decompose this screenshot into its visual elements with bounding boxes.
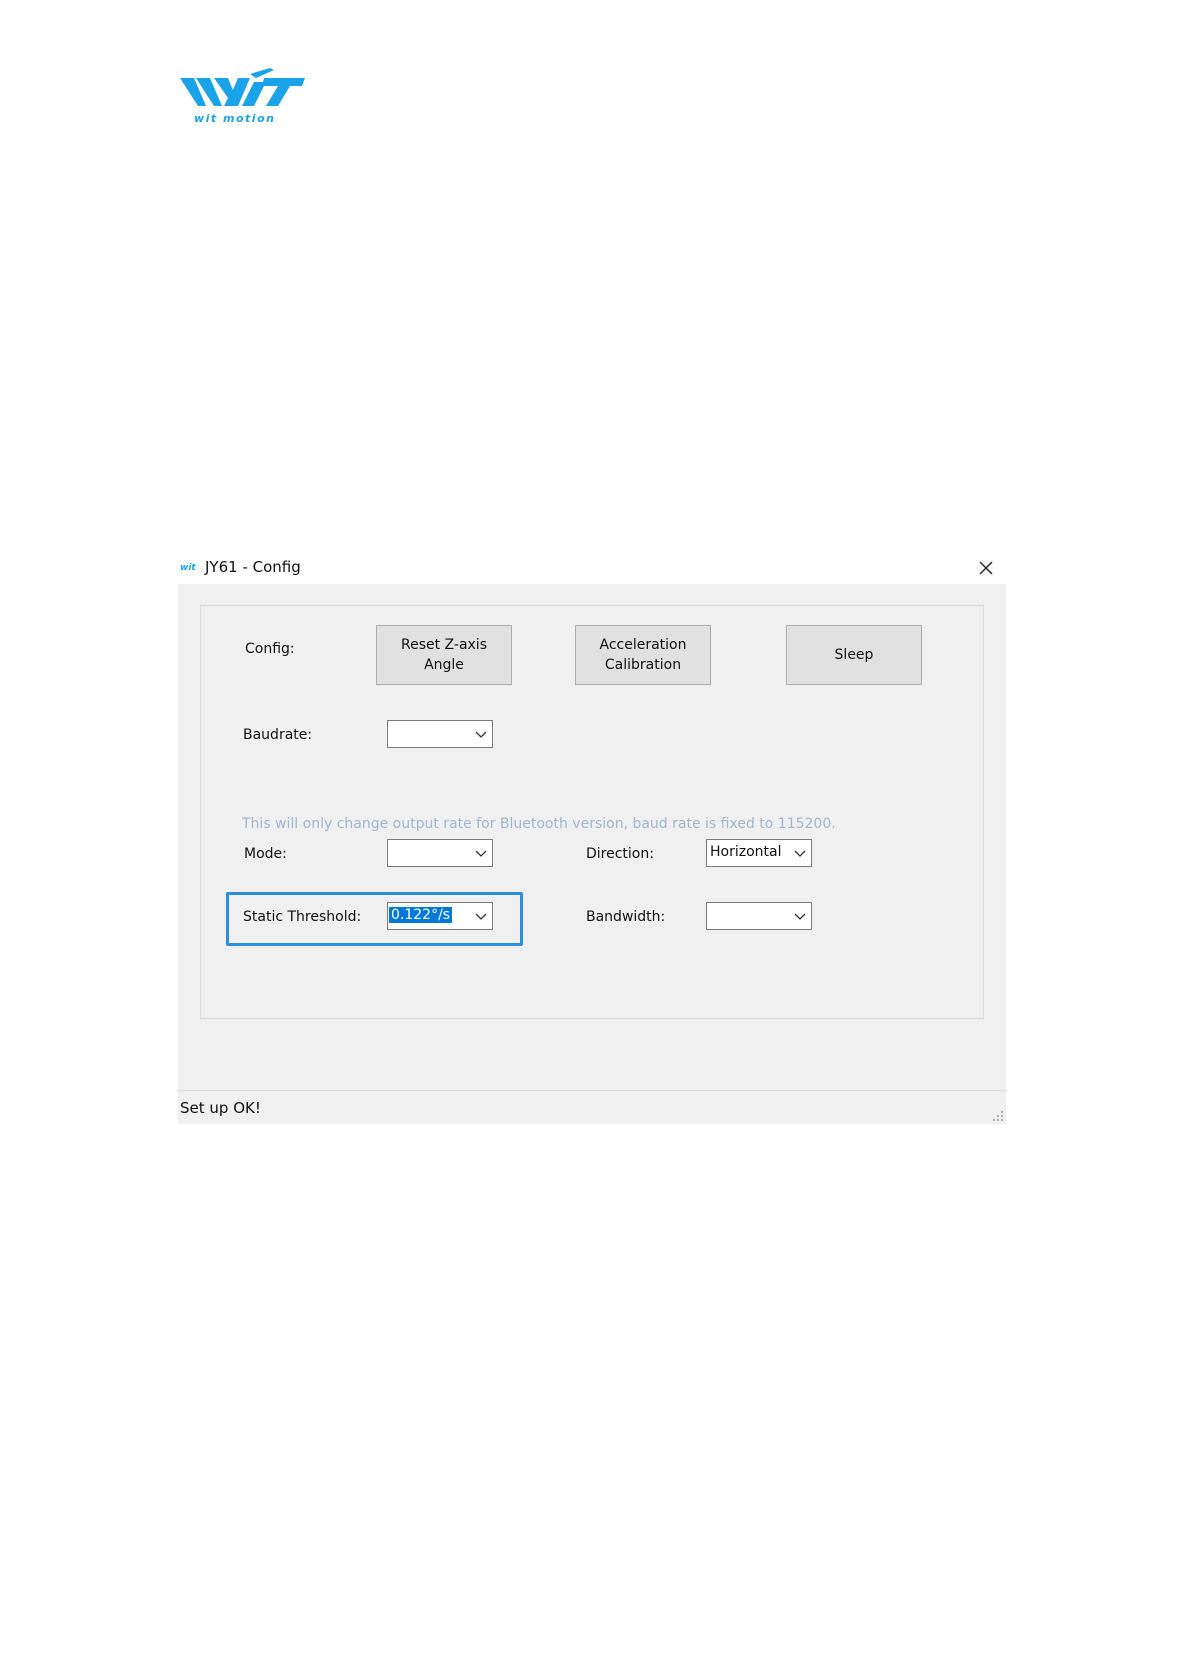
config-group: Config: Reset Z-axis Angle Acceleration … [200, 605, 984, 1019]
static-threshold-select[interactable]: 0.122°/s [387, 902, 493, 930]
baudrate-label: Baudrate: [243, 727, 313, 743]
close-button[interactable] [966, 552, 1006, 584]
accel-calibration-label-line1: Acceleration [599, 637, 687, 653]
config-label: Config: [245, 641, 295, 657]
chevron-down-icon [475, 913, 487, 920]
app-icon: wit [180, 563, 196, 573]
direction-value: Horizontal [710, 844, 782, 860]
static-threshold-label: Static Threshold: [243, 909, 362, 925]
reset-z-axis-angle-button[interactable]: Reset Z-axis Angle [376, 625, 512, 685]
wit-logo-icon [180, 68, 305, 106]
baudrate-hint: This will only change output rate for Bl… [242, 816, 836, 832]
close-icon [979, 561, 993, 575]
reset-z-axis-label-line2: Angle [424, 657, 464, 673]
window-title: JY61 - Config [205, 558, 301, 576]
status-text: Set up OK! [180, 1099, 261, 1117]
resize-grip-icon[interactable] [990, 1108, 1004, 1122]
status-bar: Set up OK! [178, 1090, 1006, 1124]
config-window: wit JY61 - Config Config: Reset Z-axis A… [178, 552, 1006, 1124]
mode-select[interactable] [387, 839, 493, 867]
sleep-button[interactable]: Sleep [786, 625, 922, 685]
chevron-down-icon [475, 731, 487, 738]
chevron-down-icon [475, 850, 487, 857]
bandwidth-select[interactable] [706, 902, 812, 930]
reset-z-axis-label-line1: Reset Z-axis [400, 637, 487, 653]
bandwidth-label: Bandwidth: [586, 909, 666, 925]
sleep-label: Sleep [834, 647, 874, 663]
direction-label: Direction: [586, 846, 654, 862]
acceleration-calibration-button[interactable]: Acceleration Calibration [575, 625, 711, 685]
direction-select[interactable]: Horizontal [706, 839, 812, 867]
title-bar: wit JY61 - Config [178, 552, 1006, 584]
baudrate-select[interactable] [387, 720, 493, 748]
chevron-down-icon [794, 913, 806, 920]
static-threshold-value: 0.122°/s [389, 907, 453, 923]
mode-label: Mode: [244, 846, 287, 862]
witmotion-logo: wit motion [180, 68, 305, 128]
logo-wordmark: wit motion [194, 112, 276, 125]
accel-calibration-label-line2: Calibration [604, 657, 682, 673]
chevron-down-icon [794, 850, 806, 857]
